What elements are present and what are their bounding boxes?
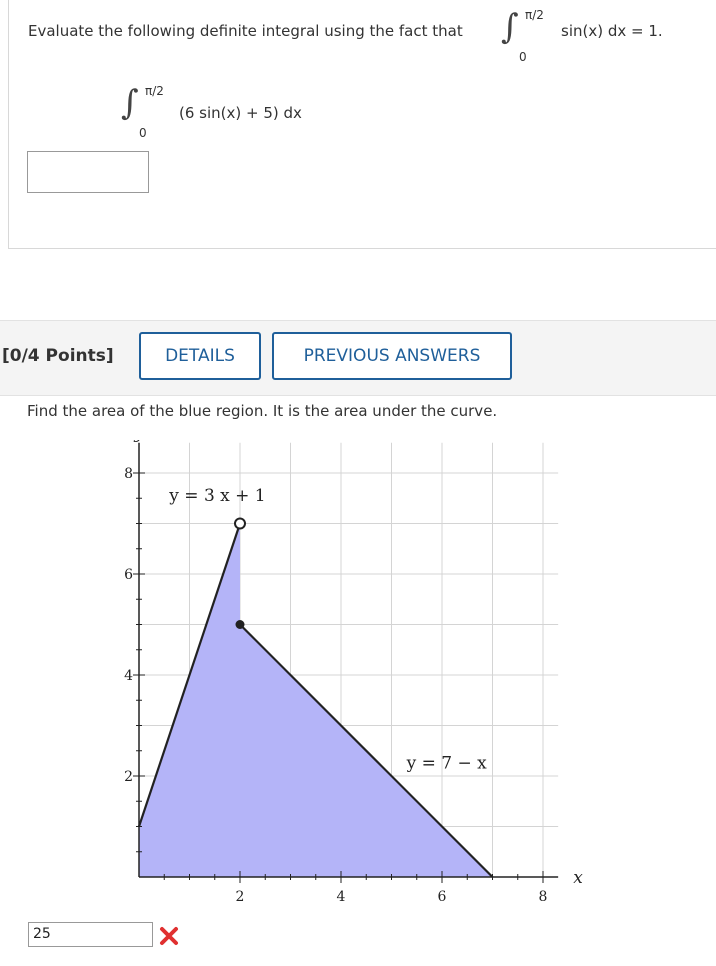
fact-lower-limit: 0 bbox=[519, 50, 527, 64]
integral-answer-input[interactable] bbox=[27, 151, 149, 193]
left-curve-label: y = 3 x + 1 bbox=[168, 486, 265, 506]
x-tick-label: 2 bbox=[236, 889, 245, 905]
previous-answers-button[interactable]: PREVIOUS ANSWERS bbox=[272, 332, 512, 380]
y-axis-label: y bbox=[133, 440, 144, 444]
integrand: (6 sin(x) + 5) dx bbox=[179, 104, 302, 122]
x-tick-label: 4 bbox=[337, 889, 346, 905]
x-tick-label: 6 bbox=[438, 889, 447, 905]
fact-upper-limit: π/2 bbox=[525, 8, 544, 22]
area-chart: 2 4 6 8 2 4 6 8 x y y = 3 x + 1 y = 7 − x bbox=[124, 440, 583, 905]
closed-point bbox=[235, 620, 245, 629]
integral-upper-limit: π/2 bbox=[145, 84, 164, 98]
integral-sign-icon: ∫ bbox=[501, 7, 519, 47]
details-button[interactable]: DETAILS bbox=[139, 332, 261, 380]
integral-lower-limit: 0 bbox=[139, 126, 147, 140]
fact-integrand: sin(x) dx = 1. bbox=[561, 22, 663, 40]
y-tick-label: 2 bbox=[124, 769, 133, 785]
integral-sign-icon: ∫ bbox=[121, 83, 139, 123]
x-axis-label: x bbox=[573, 868, 583, 888]
points-label: [0/4 Points] bbox=[2, 346, 114, 366]
y-tick-label: 6 bbox=[124, 567, 133, 583]
question-2-prompt: Find the area of the blue region. It is … bbox=[27, 402, 498, 420]
open-point bbox=[234, 517, 246, 530]
y-tick-label: 8 bbox=[124, 466, 133, 482]
x-tick-label: 8 bbox=[539, 889, 548, 905]
question-1-panel: Evaluate the following definite integral… bbox=[8, 0, 716, 249]
right-curve-label: y = 7 − x bbox=[406, 753, 488, 773]
x-mark-icon bbox=[160, 927, 178, 945]
y-tick-label: 4 bbox=[124, 668, 133, 684]
question-1-prompt: Evaluate the following definite integral… bbox=[28, 22, 463, 40]
area-answer-input[interactable]: 25 bbox=[28, 922, 153, 947]
